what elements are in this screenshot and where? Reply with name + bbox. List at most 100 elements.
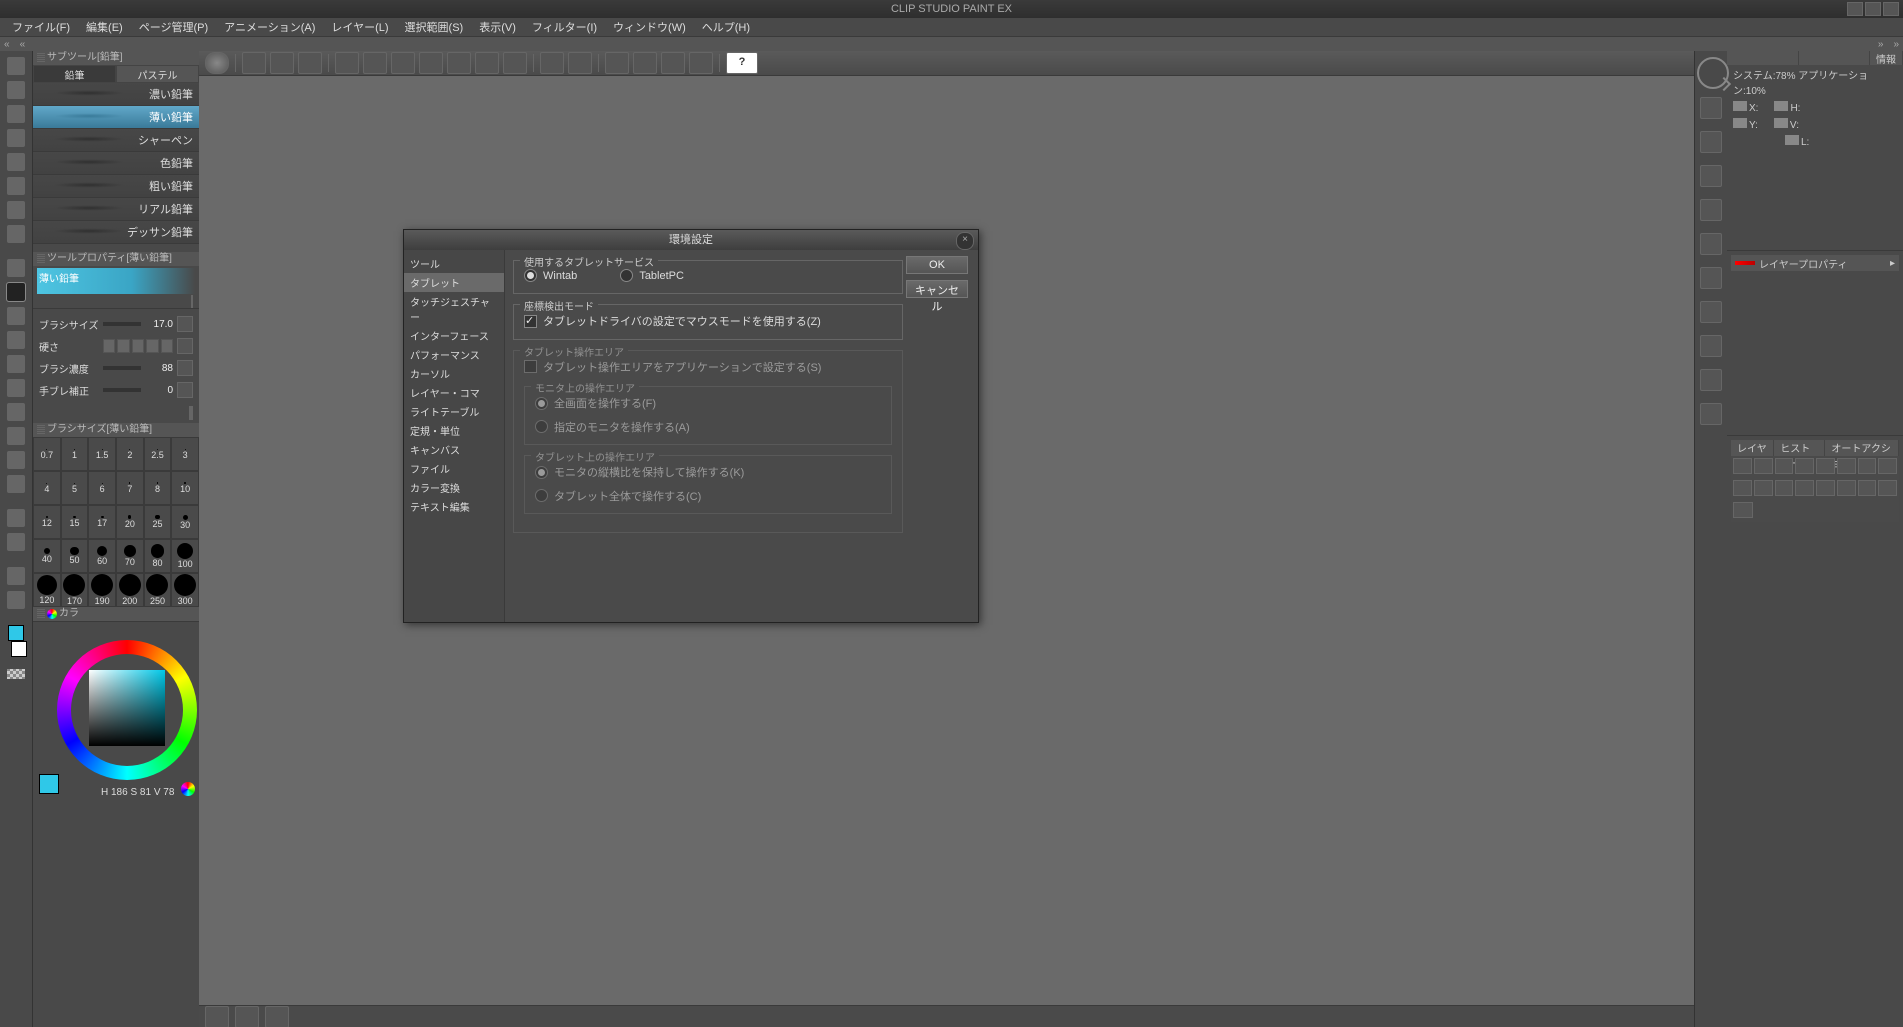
layer-btn[interactable] <box>1795 480 1814 496</box>
brushsize-cell[interactable]: 100 <box>171 539 199 573</box>
brushsize-cell[interactable]: 170 <box>61 573 89 607</box>
brushsize-cell[interactable]: 15 <box>61 505 89 539</box>
deco-tool-icon[interactable] <box>7 355 25 373</box>
ok-button[interactable]: OK <box>906 256 968 274</box>
bg-color-swatch[interactable] <box>11 641 27 657</box>
operation-tool-icon[interactable] <box>7 129 25 147</box>
density-slider[interactable] <box>103 366 141 370</box>
brushsize-cell[interactable]: 2 <box>116 437 144 471</box>
layer-btn[interactable] <box>1816 458 1835 474</box>
gradient-tool-icon[interactable] <box>7 567 25 585</box>
color-header[interactable]: カラ <box>33 607 199 621</box>
layermove-tool-icon[interactable] <box>7 153 25 171</box>
radio-tabletpc[interactable]: TabletPC <box>620 269 684 282</box>
tab-history[interactable]: ヒストリー <box>1774 440 1825 456</box>
minimize-icon[interactable] <box>1847 2 1863 16</box>
layer-btn[interactable] <box>1754 458 1773 474</box>
dock-icon[interactable] <box>1700 403 1722 425</box>
layer-btn[interactable] <box>1837 480 1856 496</box>
brushsize-cell[interactable]: 0.7 <box>33 437 61 471</box>
snap-icon[interactable] <box>605 52 629 74</box>
new-icon[interactable] <box>242 52 266 74</box>
rotate-icon[interactable] <box>568 52 592 74</box>
ruler-icon[interactable] <box>633 52 657 74</box>
invert-icon[interactable] <box>447 52 471 74</box>
dialog-category-item[interactable]: カーソル <box>404 364 504 383</box>
collapse-right-icon[interactable]: » <box>1878 39 1884 50</box>
subtool-item[interactable]: 濃い鉛筆 <box>33 83 199 106</box>
crop-icon[interactable] <box>475 52 499 74</box>
layer-btn[interactable] <box>1775 458 1794 474</box>
dialog-category-item[interactable]: ライトテーブル <box>404 402 504 421</box>
camera-icon[interactable] <box>265 1006 289 1027</box>
brushsize-cell[interactable]: 25 <box>144 505 172 539</box>
radio-wintab[interactable]: Wintab <box>524 269 577 282</box>
brushsize-cell[interactable]: 6 <box>88 471 116 505</box>
blend-tool-icon[interactable] <box>7 403 25 421</box>
brushsize-cell[interactable]: 10 <box>171 471 199 505</box>
menu-filter[interactable]: フィルター(I) <box>524 19 605 35</box>
brushsize-cell[interactable]: 4 <box>33 471 61 505</box>
figure-tool-icon[interactable] <box>7 591 25 609</box>
close-icon[interactable]: × <box>956 232 974 250</box>
brushsize-cell[interactable]: 1 <box>61 437 89 471</box>
dialog-category-item[interactable]: インターフェース <box>404 326 504 345</box>
airbrush-tool-icon[interactable] <box>7 331 25 349</box>
eraser-tool-icon[interactable] <box>7 379 25 397</box>
tab-layer[interactable]: レイヤー <box>1731 440 1774 456</box>
page-icon[interactable] <box>235 1006 259 1027</box>
menu-page[interactable]: ページ管理(P) <box>131 19 216 35</box>
dialog-category-item[interactable]: 定規・単位 <box>404 421 504 440</box>
layer-btn[interactable] <box>1858 480 1877 496</box>
brushsize-cell[interactable]: 7 <box>116 471 144 505</box>
fg-color-swatch[interactable] <box>8 625 24 641</box>
menu-help[interactable]: ヘルプ(H) <box>694 19 758 35</box>
tab-autoaction[interactable]: オートアクション <box>1825 440 1899 456</box>
stabilize-slider[interactable] <box>103 388 141 392</box>
link-icon[interactable] <box>177 338 193 354</box>
sv-box[interactable] <box>89 670 165 746</box>
brushsize-cell[interactable]: 70 <box>116 539 144 573</box>
check-mousemode[interactable]: タブレットドライバの設定でマウスモードを使用する(Z) <box>524 313 821 329</box>
dialog-category-item[interactable]: タッチジェスチャー <box>404 292 504 326</box>
brushsize-cell[interactable]: 20 <box>116 505 144 539</box>
subtool-header[interactable]: サブツール[鉛筆] <box>33 51 199 65</box>
menu-view[interactable]: 表示(V) <box>471 19 524 35</box>
perspective-icon[interactable] <box>689 52 713 74</box>
dock-icon[interactable] <box>1700 301 1722 323</box>
layer-btn[interactable] <box>1878 458 1897 474</box>
brushsize-cell[interactable]: 190 <box>88 573 116 607</box>
layer-btn[interactable] <box>1733 458 1752 474</box>
marquee-tool-icon[interactable] <box>7 177 25 195</box>
menu-file[interactable]: ファイル(F) <box>4 19 78 35</box>
redo-icon[interactable] <box>363 52 387 74</box>
layer-btn[interactable] <box>1858 458 1877 474</box>
wand-tool-icon[interactable] <box>7 201 25 219</box>
maximize-icon[interactable] <box>1865 2 1881 16</box>
tab-info[interactable]: 情報 <box>1870 51 1903 65</box>
timeline-icon[interactable] <box>205 1006 229 1027</box>
brushsize-cell[interactable]: 40 <box>33 539 61 573</box>
dock-icon[interactable] <box>1700 267 1722 289</box>
magnify-tool-icon[interactable] <box>7 57 25 75</box>
menu-layer[interactable]: レイヤー(L) <box>323 19 396 35</box>
brushsize-cell[interactable]: 60 <box>88 539 116 573</box>
csp-logo-icon[interactable] <box>205 52 229 74</box>
eyedropper-tool-icon[interactable] <box>7 225 25 243</box>
link-icon[interactable] <box>177 360 193 376</box>
collapse-left-icon[interactable]: « <box>4 39 10 50</box>
brushsize-cell[interactable]: 3 <box>171 437 199 471</box>
grid-icon[interactable] <box>661 52 685 74</box>
brushsize-cell[interactable]: 2.5 <box>144 437 172 471</box>
navigator-icon[interactable] <box>1697 57 1729 89</box>
brushsize-cell[interactable]: 200 <box>116 573 144 607</box>
dock-icon[interactable] <box>1700 131 1722 153</box>
subtool-item[interactable]: リアル鉛筆 <box>33 198 199 221</box>
layer-btn[interactable] <box>1754 480 1773 496</box>
brushsize-cell[interactable]: 1.5 <box>88 437 116 471</box>
brushsize-cell[interactable]: 17 <box>88 505 116 539</box>
color-wheel-icon[interactable] <box>181 782 195 796</box>
move-tool-icon[interactable] <box>7 105 25 123</box>
menu-select[interactable]: 選択範囲(S) <box>397 19 472 35</box>
collapse-left2-icon[interactable]: « <box>20 39 26 50</box>
